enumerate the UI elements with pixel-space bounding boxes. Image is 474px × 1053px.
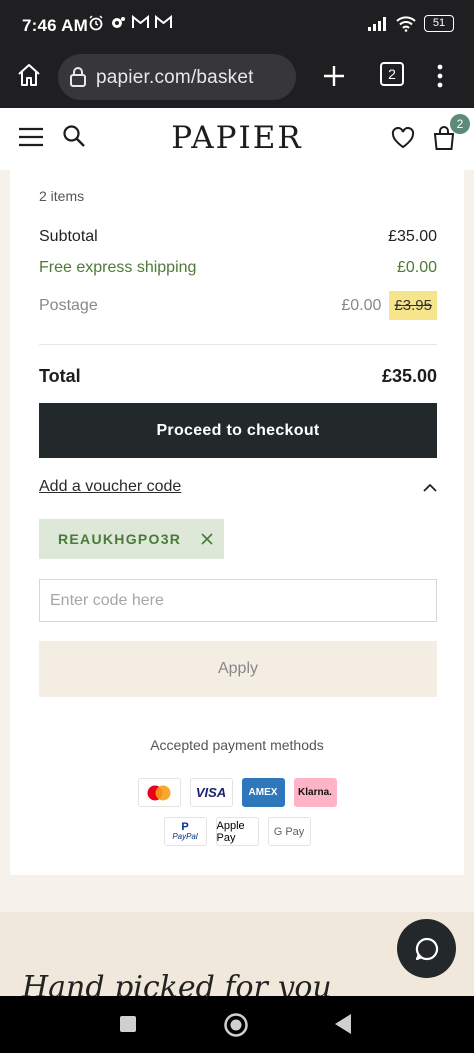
voucher-code: REAUKHGPO3R [58, 531, 182, 547]
postage-price: £0.00 £3.95 [341, 291, 437, 320]
notification-icons [88, 15, 172, 31]
back-nav-icon[interactable] [334, 1013, 352, 1035]
site-info-icon[interactable] [68, 66, 88, 88]
new-tab-icon[interactable] [322, 64, 346, 88]
site-header: PAPIER 2 [0, 108, 474, 170]
system-icons: 51 [368, 15, 454, 32]
postage-label: Postage [39, 296, 98, 314]
apply-voucher-button[interactable]: Apply [39, 641, 437, 697]
shipping-value: £0.00 [396, 259, 437, 276]
apple-pay-icon: Apple Pay [215, 817, 259, 846]
subtotal-row: Subtotal £35.00 [39, 228, 437, 246]
basket-count-badge: 2 [450, 114, 470, 134]
wifi-icon [396, 15, 416, 32]
url-text: papier.com/basket [96, 67, 254, 88]
status-time: 7:46 AM [22, 16, 88, 35]
checkout-button[interactable]: Proceed to checkout [39, 403, 437, 458]
postage-value: £0.00 [341, 296, 382, 314]
mastercard-icon [137, 778, 181, 807]
applied-voucher-chip: REAUKHGPO3R [39, 519, 224, 559]
alarm-icon [89, 15, 103, 31]
chevron-up-icon[interactable] [423, 483, 437, 492]
chat-bubble-icon [415, 937, 438, 960]
postage-original-price: £3.95 [389, 291, 437, 320]
total-row: Total £35.00 [39, 366, 437, 387]
address-bar[interactable]: papier.com/basket [58, 54, 296, 100]
klarna-icon: Klarna. [293, 778, 337, 807]
items-count: 2 items [39, 188, 85, 204]
order-summary-card: 2 items Subtotal £35.00 Free express shi… [10, 170, 464, 875]
home-nav-icon[interactable] [223, 1012, 249, 1038]
chat-button[interactable] [397, 919, 456, 978]
battery-icon: 51 [424, 15, 454, 32]
tab-switcher-button[interactable]: 2 [380, 62, 404, 86]
voucher-toggle[interactable]: Add a voucher code [39, 478, 437, 496]
payment-icons-row-2: P PayPal Apple Pay G Pay [10, 817, 464, 846]
voucher-code-input[interactable] [39, 579, 437, 622]
more-menu-icon[interactable] [436, 64, 444, 88]
home-icon[interactable] [16, 62, 42, 88]
payment-icons-row-1: VISA AMEX Klarna. [10, 778, 464, 807]
wishlist-heart-icon[interactable] [391, 127, 415, 149]
divider [39, 344, 437, 345]
remove-voucher-close-icon[interactable] [201, 533, 213, 545]
paypal-icon: P PayPal [163, 817, 207, 846]
gmail-icon-2 [155, 15, 172, 28]
total-label: Total [39, 366, 81, 386]
status-bar: 7:46 AM 51 [0, 0, 474, 52]
shipping-row: Free express shipping £0.00 [39, 259, 437, 277]
recommendations-heading: Hand picked for you [22, 970, 332, 996]
signal-icon [368, 16, 386, 31]
recent-apps-icon[interactable] [119, 1015, 137, 1033]
subtotal-label: Subtotal [39, 228, 98, 245]
system-navigation-bar [0, 996, 474, 1053]
visa-icon: VISA [189, 778, 233, 807]
amex-icon: AMEX [241, 778, 285, 807]
postage-row: Postage £0.00 £3.95 [39, 291, 437, 320]
assistant-icon [112, 17, 125, 28]
payment-methods-title: Accepted payment methods [150, 737, 324, 753]
browser-toolbar: papier.com/basket 2 [0, 52, 474, 108]
google-pay-icon: G Pay [267, 817, 311, 846]
shipping-label: Free express shipping [39, 259, 197, 276]
subtotal-value: £35.00 [388, 228, 437, 245]
gmail-icon [132, 15, 149, 28]
voucher-link[interactable]: Add a voucher code [39, 478, 181, 496]
total-value: £35.00 [381, 366, 437, 386]
